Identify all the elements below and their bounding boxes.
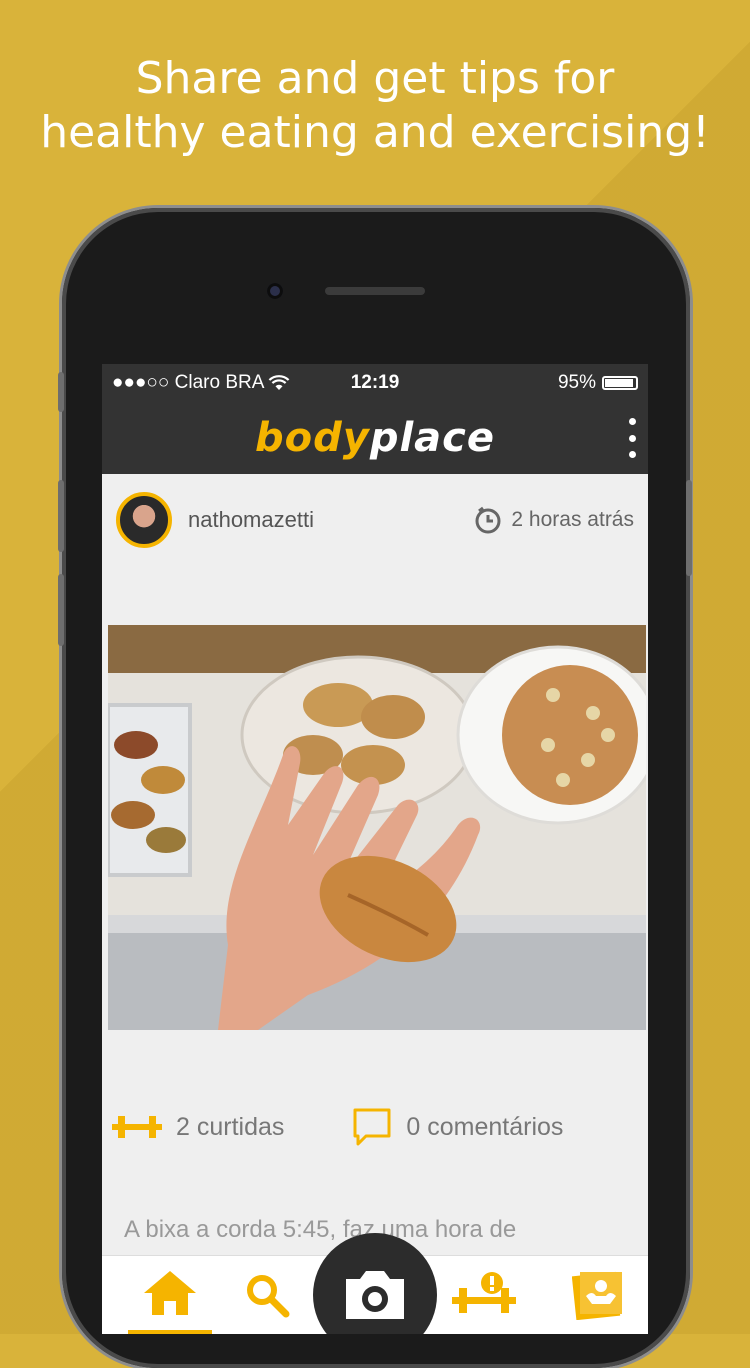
- logo-part-1: body: [254, 415, 370, 461]
- more-options-icon[interactable]: [626, 418, 638, 458]
- dumbbell-icon: [112, 1116, 162, 1138]
- comments-count: 0 comentários: [406, 1112, 564, 1141]
- volume-up-button: [58, 480, 64, 552]
- avatar[interactable]: [116, 492, 172, 548]
- status-bar: ●●●○○ Claro BRA 12:19 95%: [102, 364, 648, 402]
- headline-line-1: Share and get tips for: [135, 53, 615, 104]
- workout-alert-icon: [452, 1272, 516, 1313]
- likes-stat[interactable]: 2 curtidas: [112, 1113, 284, 1142]
- volume-down-button: [58, 574, 64, 646]
- battery-icon: [602, 376, 638, 390]
- search-icon: [247, 1275, 290, 1318]
- battery-status: 95%: [558, 372, 638, 394]
- home-icon: [144, 1271, 196, 1315]
- wifi-icon: [269, 375, 290, 390]
- likes-count: 2 curtidas: [176, 1112, 285, 1141]
- food-photo-illustration: [108, 625, 646, 1030]
- post-photo[interactable]: [108, 625, 646, 1030]
- front-camera: [267, 283, 283, 299]
- tab-camera[interactable]: [312, 1232, 438, 1334]
- promo-headline: Share and get tips for healthy eating an…: [0, 52, 750, 160]
- post-username[interactable]: nathomazetti: [188, 507, 314, 533]
- comments-stat[interactable]: 0 comentários: [352, 1107, 563, 1147]
- phone-screen: ●●●○○ Claro BRA 12:19 95% bodyplace nath…: [102, 364, 648, 1334]
- profile-icon: [572, 1271, 622, 1320]
- tab-workout-alerts[interactable]: [442, 1256, 526, 1334]
- tab-home[interactable]: [128, 1256, 212, 1334]
- camera-icon: [346, 1271, 404, 1319]
- camera-button[interactable]: [313, 1233, 437, 1334]
- carrier-label: ●●●○○ Claro BRA: [112, 372, 265, 393]
- battery-fill: [605, 379, 634, 387]
- power-button: [686, 480, 692, 576]
- logo-part-2: place: [369, 415, 495, 461]
- headline-line-2: healthy eating and exercising!: [40, 107, 710, 158]
- bodyplace-logo: bodyplace: [255, 415, 495, 461]
- tab-profile[interactable]: [556, 1256, 640, 1334]
- post-stats: 2 curtidas 0 comentários: [108, 1105, 642, 1149]
- earpiece-speaker: [325, 287, 425, 295]
- time-ago-label: 2 horas atrás: [511, 508, 634, 531]
- tab-search[interactable]: [230, 1256, 304, 1334]
- post-time: 2 horas atrás: [473, 505, 634, 535]
- mute-switch: [58, 372, 64, 412]
- post-header: nathomazetti 2 horas atrás: [108, 480, 642, 560]
- post-card: nathomazetti 2 horas atrás 2 curtidas 0 …: [108, 480, 646, 1334]
- comment-bubble-icon: [353, 1108, 391, 1146]
- app-header: bodyplace: [102, 402, 648, 474]
- clock-icon: [475, 506, 501, 534]
- battery-percent: 95%: [557, 372, 596, 393]
- carrier-info: ●●●○○ Claro BRA: [112, 372, 290, 394]
- bottom-tab-bar: [102, 1233, 648, 1334]
